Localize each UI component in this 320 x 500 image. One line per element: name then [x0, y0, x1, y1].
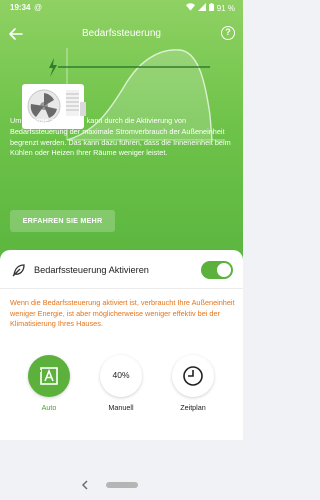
auto-a-icon — [38, 367, 58, 385]
toggle-label: Bedarfssteuerung Aktivieren — [34, 265, 149, 275]
mode-auto[interactable]: Auto — [19, 355, 79, 412]
home-pill[interactable] — [106, 482, 138, 488]
mode-schedule[interactable]: Zeitplan — [163, 355, 223, 412]
help-icon[interactable]: ? — [221, 26, 235, 40]
signal-icon — [197, 3, 206, 13]
warning-text: Wenn die Bedarfssteuerung aktiviert ist,… — [10, 298, 235, 328]
mode-manual[interactable]: 40% Manuell — [91, 355, 151, 412]
demand-control-toggle-row[interactable]: Bedarfssteuerung Aktivieren — [0, 255, 243, 285]
settings-card: Bedarfssteuerung Aktivieren Wenn die Bed… — [0, 250, 243, 440]
mode-manual-button[interactable]: 40% — [100, 355, 142, 397]
page-title: Bedarfssteuerung — [82, 28, 161, 39]
learn-more-button[interactable]: ERFAHREN SIE MEHR — [10, 210, 115, 232]
leaf-icon — [12, 264, 25, 277]
switch-knob — [217, 263, 231, 277]
mode-schedule-label: Zeitplan — [180, 403, 206, 412]
mode-auto-label: Auto — [41, 403, 57, 412]
battery-icon — [208, 3, 214, 13]
mode-selector: Auto 40% Manuell Zeitplan — [0, 355, 243, 425]
divider — [0, 288, 243, 289]
mode-auto-button[interactable] — [28, 355, 70, 397]
manual-percent: 40% — [112, 370, 130, 380]
back-chevron-icon[interactable] — [80, 480, 90, 490]
status-right: 91 % — [185, 3, 235, 13]
at-icon: @ — [34, 3, 43, 12]
status-bar: 19:34 @ 91 % — [0, 0, 243, 16]
description-text: Um Energie zu sparen, kann durch die Akt… — [10, 116, 231, 158]
wifi-icon — [185, 3, 195, 13]
demand-control-switch[interactable] — [201, 261, 233, 279]
header-hero: 19:34 @ 91 % Bedarfssteuerung ? Um Energ… — [0, 0, 243, 270]
system-nav-bar — [0, 470, 243, 500]
mode-schedule-button[interactable] — [172, 355, 214, 397]
status-time: 19:34 — [10, 3, 31, 12]
clock-icon — [183, 366, 203, 386]
mode-manual-label: Manuell — [108, 403, 134, 412]
battery-percent: 91 % — [216, 3, 235, 13]
